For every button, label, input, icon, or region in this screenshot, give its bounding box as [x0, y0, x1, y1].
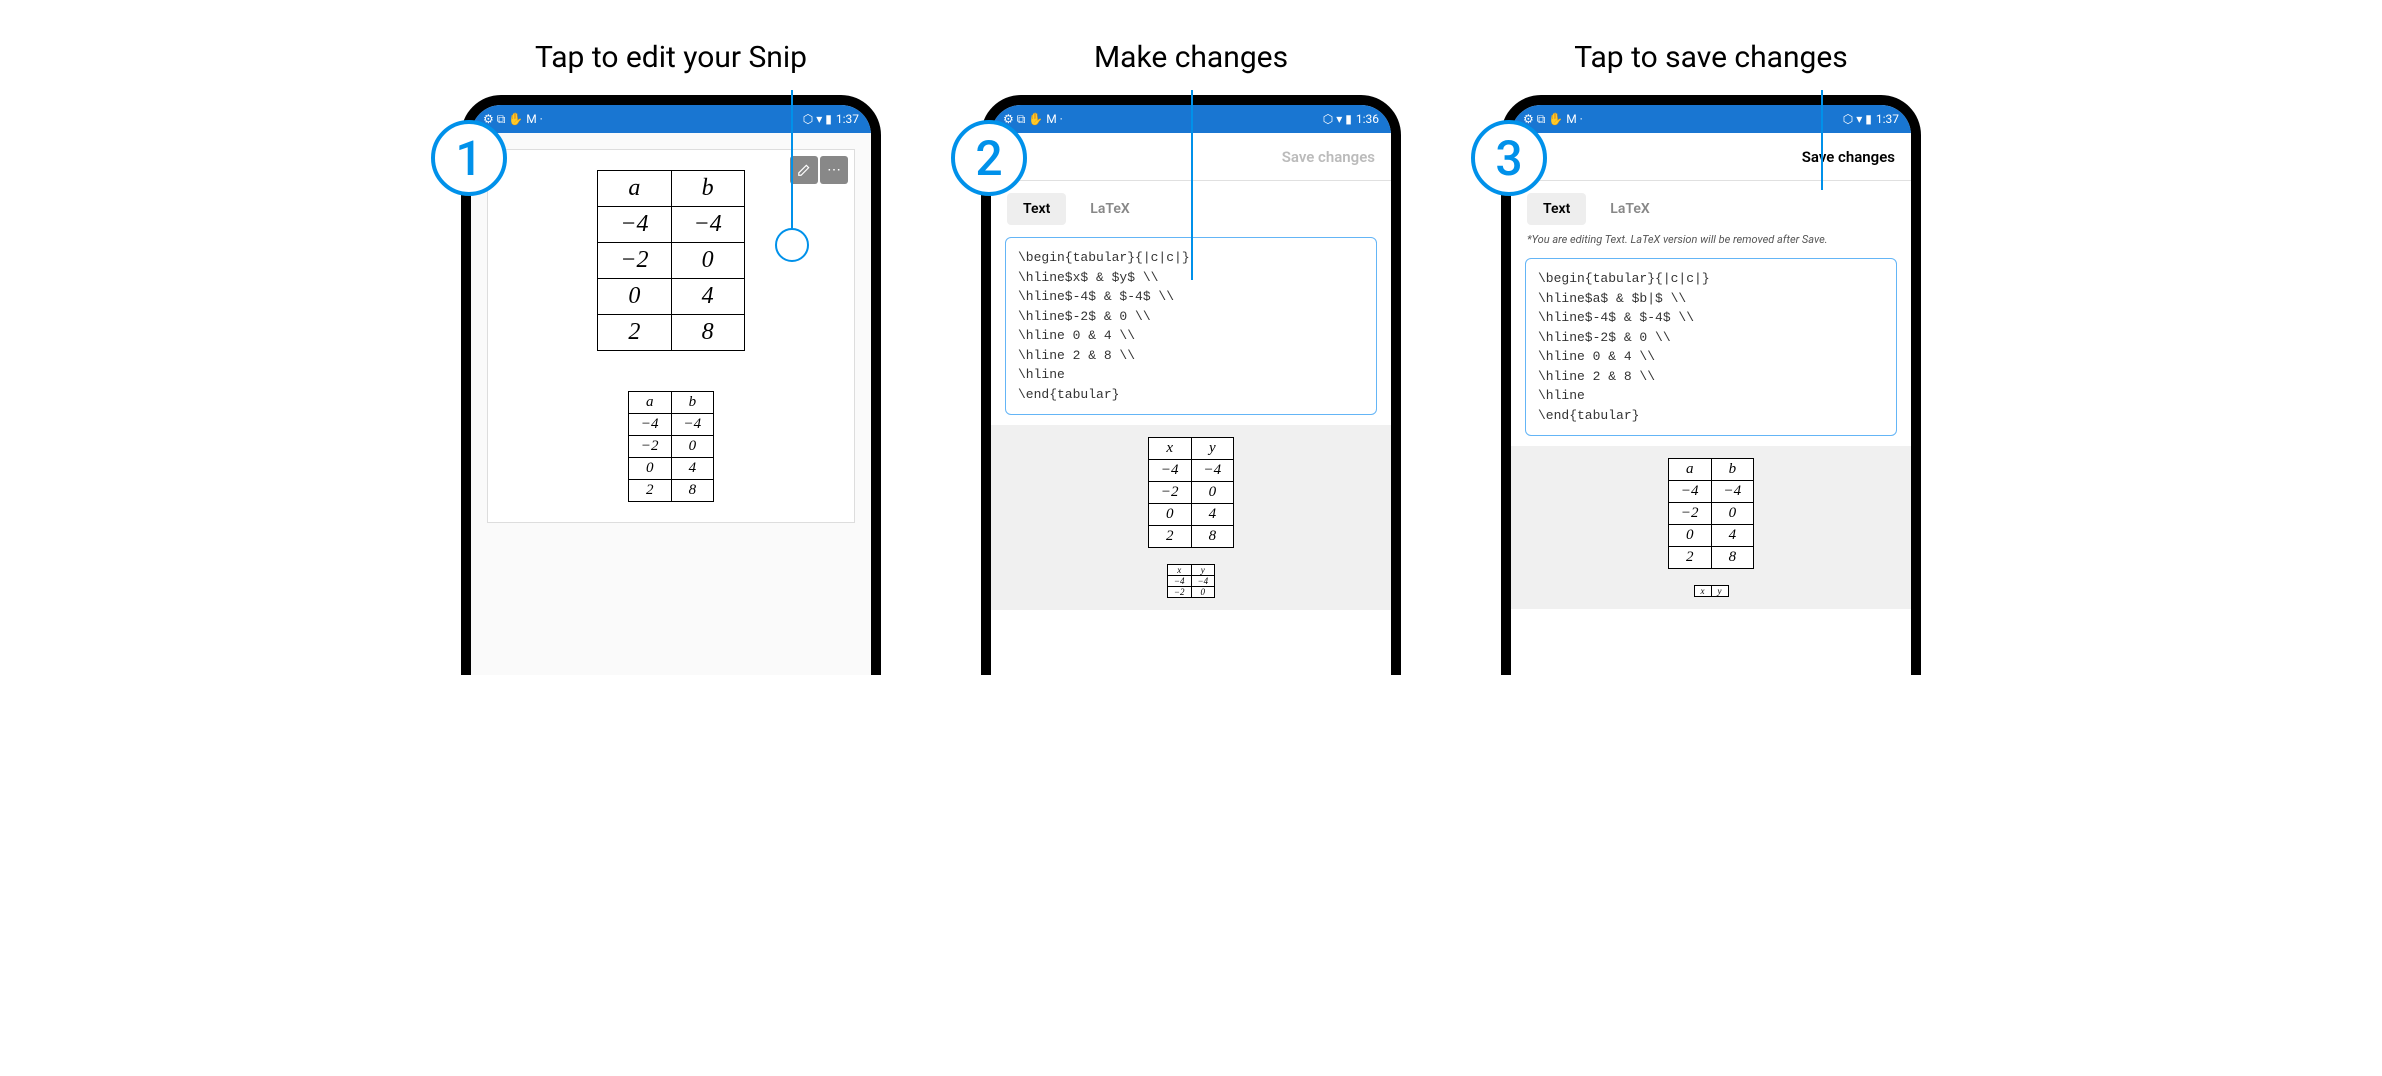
callout-line-1 — [791, 90, 793, 230]
status-bar: ⚙ ⧉ ✋ M · ⬡ ▾ ▮ 1:37 — [471, 105, 871, 133]
save-button[interactable]: Save changes — [1282, 148, 1375, 166]
preview-table-xy-tiny: xy — [1694, 585, 1729, 597]
step-2: Make changes 2 ⚙ ⧉ ✋ M · ⬡ ▾ ▮ 1:36 ✕ Sa… — [961, 40, 1421, 675]
status-right-icons: ⬡ ▾ ▮ — [1843, 112, 1872, 126]
preview-area: xy −4−4 −20 04 28 xy −4−4 −20 — [991, 425, 1391, 610]
status-right: ⬡ ▾ ▮ 1:36 — [1323, 112, 1379, 126]
status-bar: ⚙ ⧉ ✋ M · ⬡ ▾ ▮ 1:37 — [1511, 105, 1911, 133]
app-bar: ✕ Save changes — [1511, 133, 1911, 181]
preview-table-small: ab −4−4 −20 04 28 — [628, 391, 714, 502]
status-left-icons: ⚙ ⧉ ✋ M · — [483, 112, 543, 127]
step-2-badge: 2 — [951, 120, 1027, 196]
status-right: ⬡ ▾ ▮ 1:37 — [1843, 112, 1899, 126]
tabs: Text LaTeX — [1511, 181, 1911, 233]
snip-card: ⋯ ab −4−4 −20 04 28 ab −4−4 −20 04 — [487, 149, 855, 523]
status-time: 1:37 — [836, 112, 859, 126]
code-editor[interactable]: \begin{tabular}{|c|c|} \hline$a$ & $b|$ … — [1525, 258, 1897, 436]
step-3-badge: 3 — [1471, 120, 1547, 196]
preview-table-large: ab −4−4 −20 04 28 — [597, 170, 744, 351]
callout-circle-1 — [775, 228, 809, 262]
edit-warning: *You are editing Text. LaTeX version wil… — [1511, 233, 1911, 254]
phone-1: ⚙ ⧉ ✋ M · ⬡ ▾ ▮ 1:37 ⋯ — [461, 95, 881, 675]
callout-line-2 — [1191, 90, 1193, 280]
step-1: Tap to edit your Snip 1 ⚙ ⧉ ✋ M · ⬡ ▾ ▮ … — [441, 40, 901, 675]
more-button[interactable]: ⋯ — [820, 156, 848, 184]
snip-view: ⋯ ab −4−4 −20 04 28 ab −4−4 −20 04 — [471, 133, 871, 675]
more-icon: ⋯ — [827, 162, 841, 178]
tab-text[interactable]: Text — [1527, 193, 1586, 225]
preview-table-xy: xy −4−4 −20 04 28 — [1148, 437, 1234, 548]
phone-3: ⚙ ⧉ ✋ M · ⬡ ▾ ▮ 1:37 ✕ Save changes Text… — [1501, 95, 1921, 675]
step-2-label: Make changes — [1094, 40, 1288, 75]
edit-button[interactable] — [790, 156, 818, 184]
status-left-icons: ⚙ ⧉ ✋ M · — [1003, 112, 1063, 127]
callout-line-3 — [1821, 90, 1823, 190]
status-time: 1:37 — [1876, 112, 1899, 126]
tab-text[interactable]: Text — [1007, 193, 1066, 225]
tab-latex[interactable]: LaTeX — [1594, 193, 1665, 225]
step-1-badge: 1 — [431, 120, 507, 196]
step-3: Tap to save changes 3 ⚙ ⧉ ✋ M · ⬡ ▾ ▮ 1:… — [1481, 40, 1941, 675]
edit-icon — [797, 163, 811, 177]
status-right-icons: ⬡ ▾ ▮ — [1323, 112, 1352, 126]
step-1-label: Tap to edit your Snip — [535, 40, 807, 75]
preview-table-ab: ab −4−4 −20 04 28 — [1668, 458, 1754, 569]
step-3-label: Tap to save changes — [1574, 40, 1848, 75]
status-right-icons: ⬡ ▾ ▮ — [803, 112, 832, 126]
status-left-icons: ⚙ ⧉ ✋ M · — [1523, 112, 1583, 127]
tab-latex[interactable]: LaTeX — [1074, 193, 1145, 225]
snip-toolbar: ⋯ — [790, 156, 848, 184]
preview-area: ab −4−4 −20 04 28 xy — [1511, 446, 1911, 609]
status-right: ⬡ ▾ ▮ 1:37 — [803, 112, 859, 126]
status-time: 1:36 — [1356, 112, 1379, 126]
preview-table-xy-tiny: xy −4−4 −20 — [1167, 564, 1215, 598]
save-button[interactable]: Save changes — [1802, 148, 1895, 166]
